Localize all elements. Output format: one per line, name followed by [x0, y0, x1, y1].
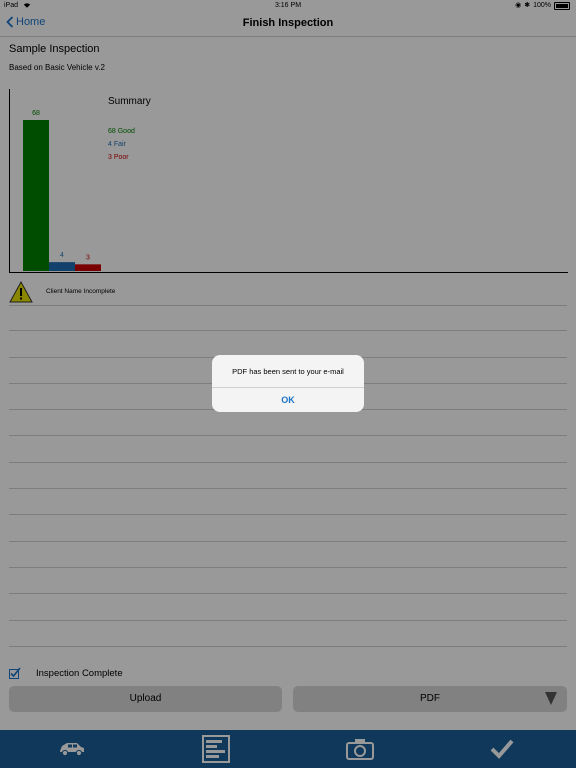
alert-message: PDF has been sent to your e-mail: [232, 367, 344, 376]
alert-dialog: PDF has been sent to your e-mail OK: [212, 355, 364, 412]
alert-ok-button[interactable]: OK: [212, 388, 364, 412]
tabbar-dim-overlay: [0, 730, 576, 768]
